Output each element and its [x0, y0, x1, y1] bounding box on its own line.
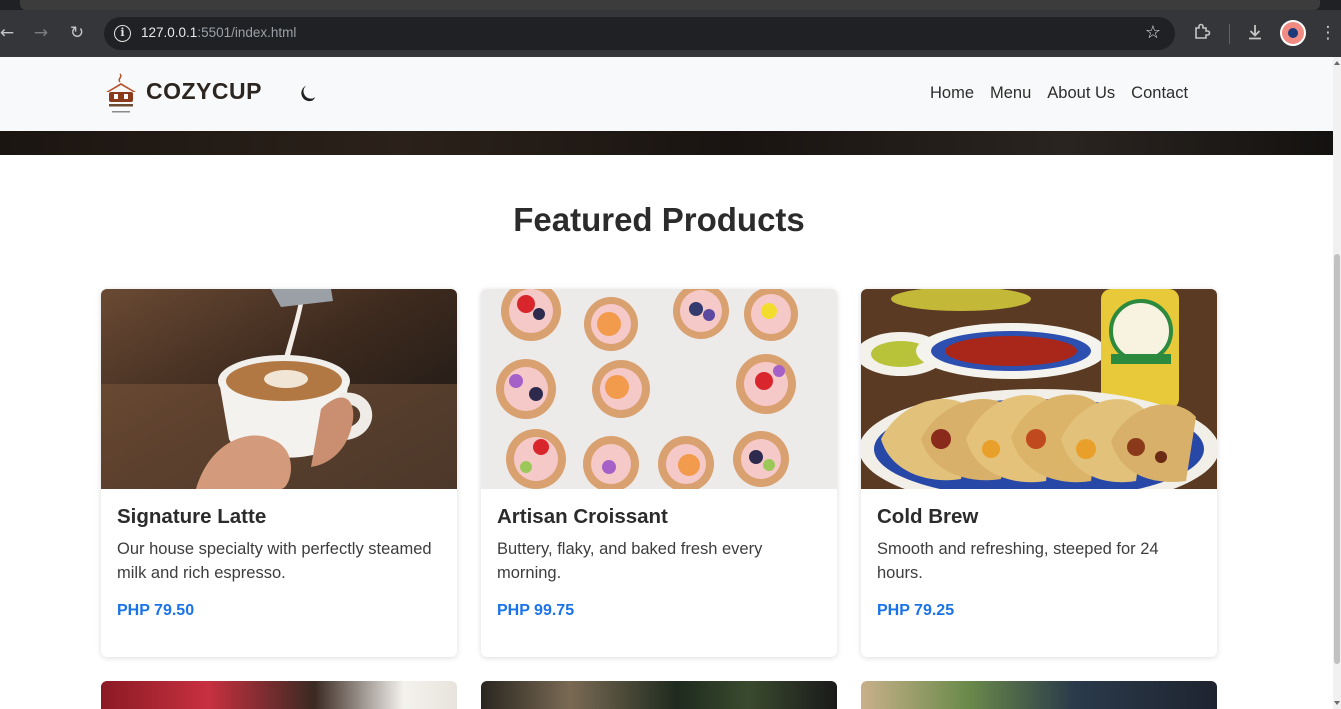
product-price: PHP 99.75	[497, 602, 575, 619]
page-viewport: COZYCUP Home Menu About Us Contact Featu…	[0, 57, 1333, 709]
product-card[interactable]: Signature Latte Our house specialty with…	[101, 289, 457, 657]
bookmark-star-icon[interactable]: ☆	[1145, 22, 1161, 43]
product-card-partial[interactable]	[101, 681, 457, 709]
kebab-menu-icon[interactable]: ⋮	[1317, 22, 1339, 44]
reload-icon[interactable]: ↻	[66, 22, 88, 44]
product-name: Artisan Croissant	[497, 505, 668, 528]
cozycup-logo[interactable]	[104, 72, 138, 116]
product-card[interactable]: Cold Brew Smooth and refreshing, steeped…	[861, 289, 1217, 657]
product-description: Smooth and refreshing, steeped for 24 ho…	[877, 540, 1159, 582]
forward-arrow-icon[interactable]: →	[30, 22, 52, 44]
nav-link-menu[interactable]: Menu	[982, 83, 1039, 103]
card-body: Signature Latte Our house specialty with…	[101, 489, 457, 585]
profile-avatar[interactable]	[1280, 20, 1306, 46]
product-description: Our house specialty with perfectly steam…	[117, 540, 432, 582]
moon-icon[interactable]	[299, 83, 319, 103]
browser-tab-strip	[0, 0, 1341, 10]
extensions-icon[interactable]	[1191, 22, 1213, 44]
card-body: Artisan Croissant Buttery, flaky, and ba…	[481, 489, 837, 585]
navbar: COZYCUP Home Menu About Us Contact	[0, 57, 1333, 131]
toolbar-divider	[1229, 24, 1230, 44]
product-price: PHP 79.50	[117, 602, 195, 619]
url-path: :5501/index.html	[197, 25, 297, 40]
product-card[interactable]: Artisan Croissant Buttery, flaky, and ba…	[481, 289, 837, 657]
scroll-down-icon[interactable]	[1334, 701, 1340, 705]
back-arrow-icon[interactable]: ←	[0, 22, 18, 44]
page-scrollbar[interactable]	[1333, 57, 1341, 709]
url-host: 127.0.0.1	[141, 25, 198, 40]
scroll-up-icon[interactable]	[1334, 61, 1340, 65]
card-body: Cold Brew Smooth and refreshing, steeped…	[861, 489, 1217, 585]
site-info-icon[interactable]: i	[114, 25, 131, 42]
product-image-croissant	[481, 289, 837, 489]
address-url[interactable]: 127.0.0.1:5501/index.html	[141, 25, 296, 40]
product-image-latte	[101, 289, 457, 489]
scrollbar-thumb[interactable]	[1334, 254, 1340, 664]
product-name: Cold Brew	[877, 505, 979, 528]
active-tab[interactable]	[20, 0, 1320, 10]
product-image-cold-brew	[861, 289, 1217, 489]
section-title: Featured Products	[513, 201, 805, 238]
address-bar[interactable]: i 127.0.0.1:5501/index.html ☆	[104, 17, 1175, 50]
product-name: Signature Latte	[117, 505, 267, 528]
product-card-partial[interactable]	[861, 681, 1217, 709]
browser-toolbar: ← → ↻ i 127.0.0.1:5501/index.html ☆ ⋮	[0, 10, 1341, 57]
download-icon[interactable]	[1244, 22, 1266, 44]
nav-links: Home Menu About Us Contact	[922, 83, 1196, 103]
nav-link-contact[interactable]: Contact	[1123, 83, 1196, 103]
product-card-partial[interactable]	[481, 681, 837, 709]
nav-link-about-us[interactable]: About Us	[1039, 83, 1123, 103]
product-description: Buttery, flaky, and baked fresh every mo…	[497, 540, 763, 582]
nav-link-home[interactable]: Home	[922, 83, 982, 103]
brand-name[interactable]: COZYCUP	[146, 78, 262, 105]
product-price: PHP 79.25	[877, 602, 955, 619]
